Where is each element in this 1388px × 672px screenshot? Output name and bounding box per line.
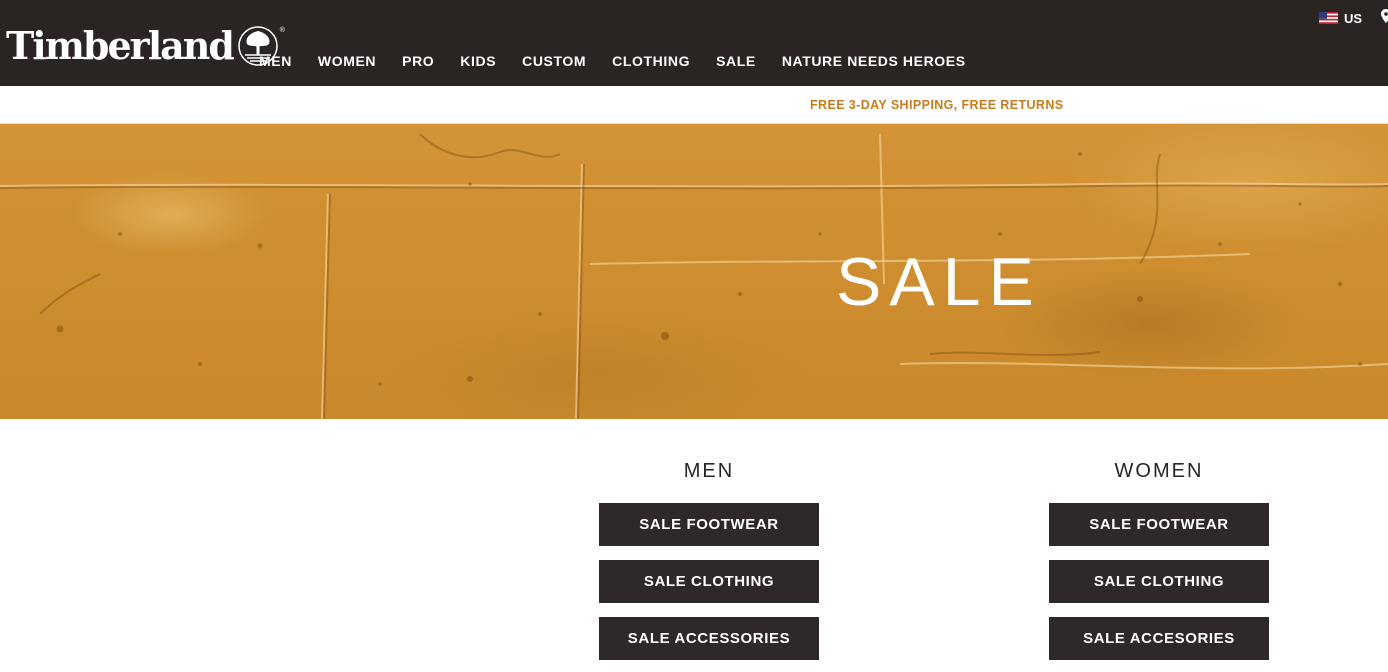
locale-selector[interactable]: US	[1319, 10, 1362, 26]
men-heading: MEN	[683, 460, 735, 482]
nav-item-pro[interactable]: PRO	[402, 52, 434, 70]
nav-item-women[interactable]: WOMEN	[318, 52, 376, 70]
men-sale-footwear-button[interactable]: SALE FOOTWEAR	[599, 503, 819, 546]
hero-title: SALE	[836, 244, 1042, 320]
men-sale-accessories-button[interactable]: SALE ACCESSORIES	[599, 617, 819, 660]
women-heading: WOMEN	[1114, 460, 1204, 482]
women-sale-footwear-button[interactable]: SALE FOOTWEAR	[1049, 503, 1269, 546]
registered-mark: ®	[279, 27, 285, 34]
site-header: Timberland ® MEN WOMEN PRO KIDS CUSTOM C…	[0, 0, 1388, 86]
women-sale-clothing-button[interactable]: SALE CLOTHING	[1049, 560, 1269, 603]
hero-texture	[0, 133, 1388, 419]
nav-item-kids[interactable]: KIDS	[460, 52, 496, 70]
nav-item-custom[interactable]: CUSTOM	[522, 52, 586, 70]
nav-item-nature-needs-heroes[interactable]: NATURE NEEDS HEROES	[782, 52, 966, 70]
promo-shipping-text[interactable]: FREE 3-DAY SHIPPING, FREE RETURNS	[810, 98, 1064, 112]
logo-wordmark: Timberland	[6, 23, 235, 68]
promo-bar: FREE 3-DAY SHIPPING, FREE RETURNS	[0, 86, 1388, 124]
nav-item-men[interactable]: MEN	[259, 52, 292, 70]
women-sale-accessories-button[interactable]: SALE ACCESORIES	[1049, 617, 1269, 660]
nav-item-sale[interactable]: SALE	[716, 52, 756, 70]
location-pin-icon[interactable]	[1381, 9, 1388, 23]
main-nav: MEN WOMEN PRO KIDS CUSTOM CLOTHING SALE …	[259, 52, 992, 70]
nav-item-clothing[interactable]: CLOTHING	[612, 52, 690, 70]
hero-banner: SALE	[0, 124, 1388, 419]
timberland-logo[interactable]: Timberland ®	[6, 23, 285, 68]
men-sale-clothing-button[interactable]: SALE CLOTHING	[599, 560, 819, 603]
us-flag-icon	[1319, 12, 1338, 24]
locale-label: US	[1344, 10, 1363, 26]
